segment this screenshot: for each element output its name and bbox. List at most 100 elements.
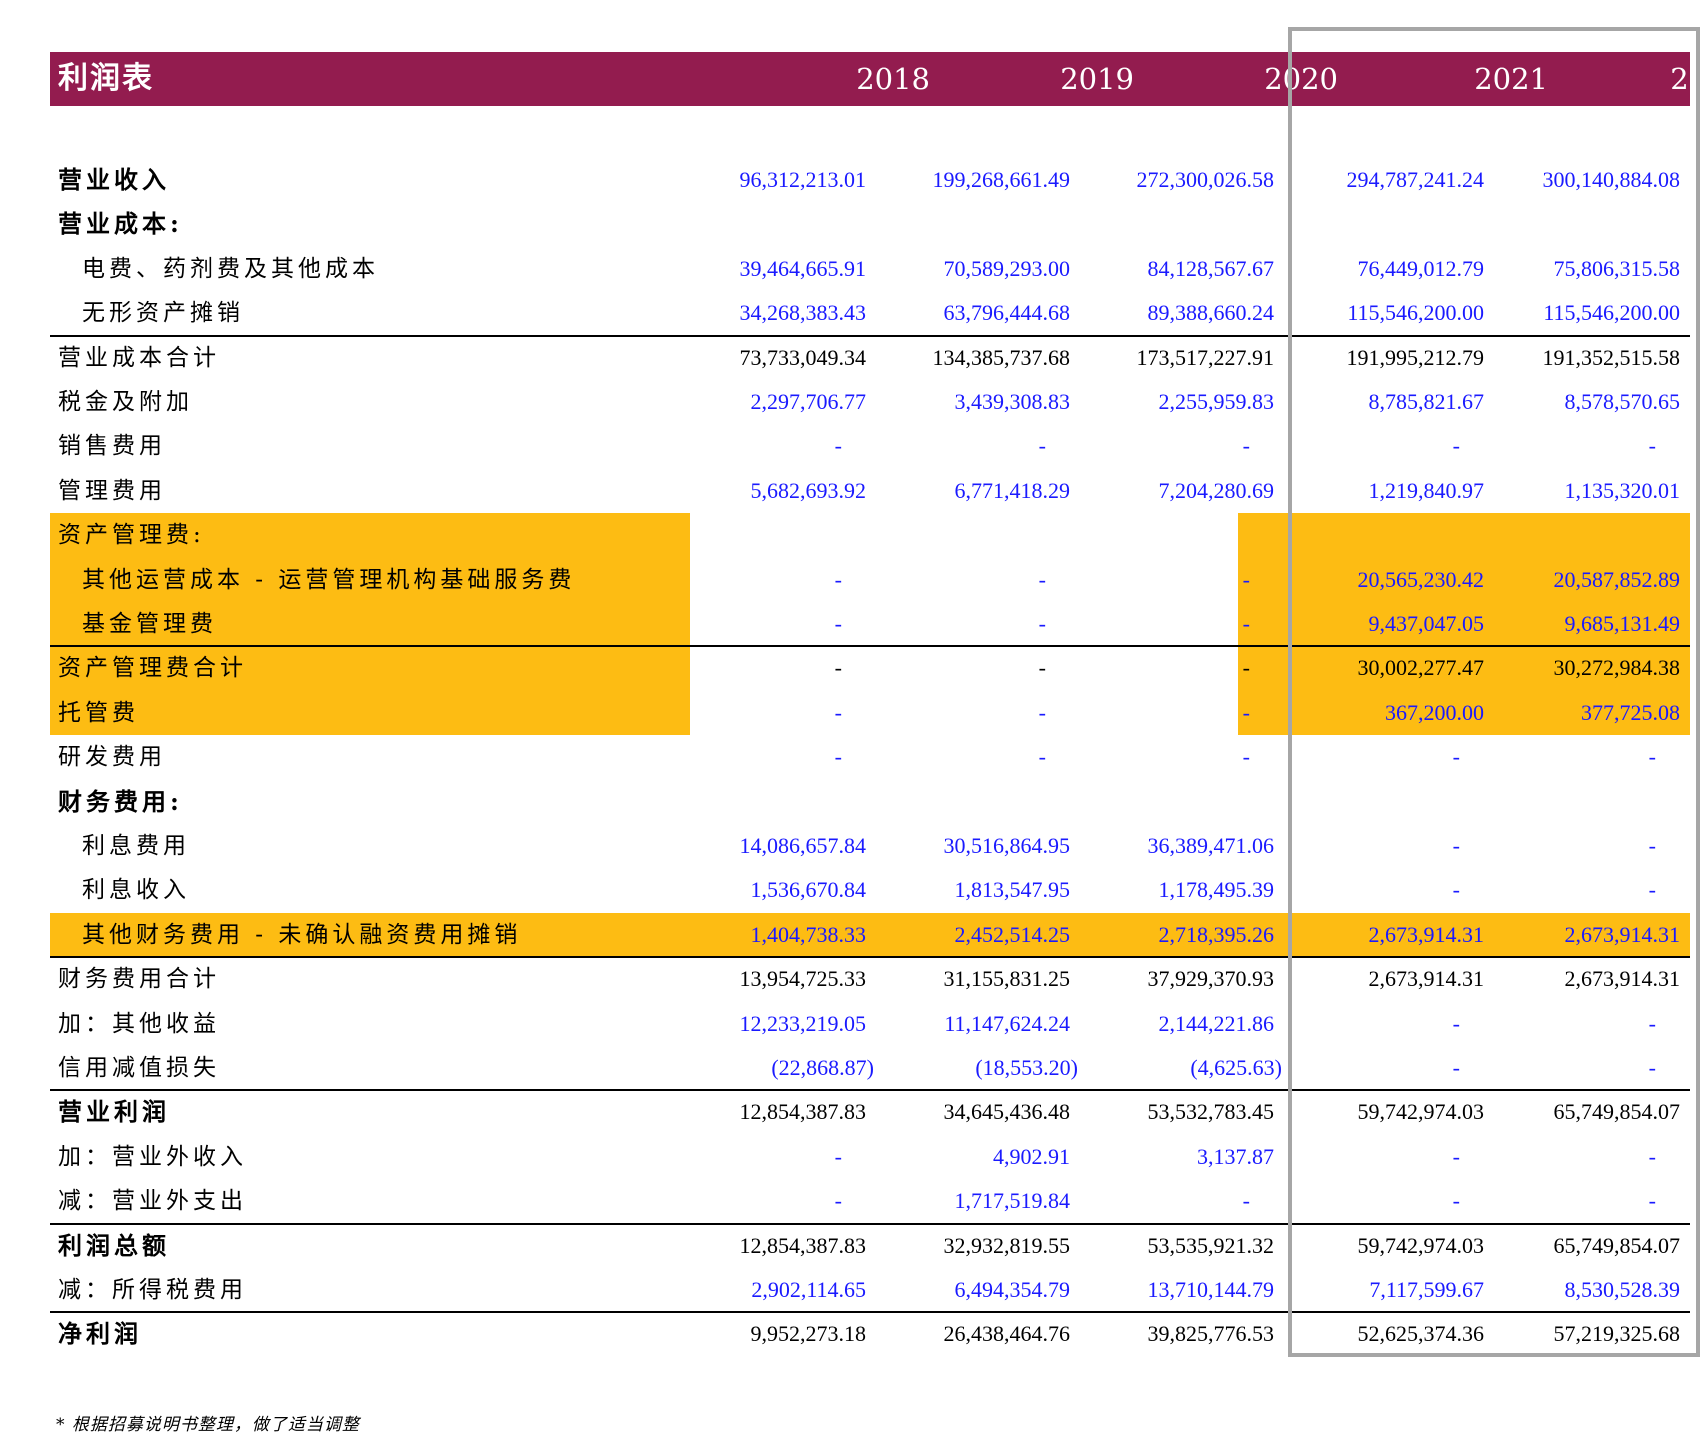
- table-row: 销售费用 - - - - -: [50, 424, 1690, 468]
- cell-2019: -: [1038, 566, 1046, 592]
- cell-2018: 9,952,273.18: [750, 1321, 867, 1347]
- table-row: 营业利润 12,854,387.83 34,645,436.48 53,532,783…: [50, 1090, 1690, 1134]
- cell-2022: 191,352,515.58: [1542, 344, 1681, 370]
- table-row: 营业收入 96,312,213.01 199,268,661.49 272,300,0…: [50, 158, 1690, 202]
- cell-2021: 30,002,277.47: [1357, 655, 1485, 681]
- cell-2020: 7,204,280.69: [1158, 477, 1275, 503]
- cell-2019: 11,147,624.24: [944, 1010, 1070, 1036]
- cell-2019: -: [1038, 744, 1046, 770]
- cell-2020: 173,517,227.91: [1136, 344, 1275, 370]
- cell-2018: 73,733,049.34: [739, 344, 867, 370]
- cell-2019: 63,796,444.68: [943, 300, 1071, 326]
- table-row: 利润总额 12,854,387.83 32,932,819.55 53,535,921…: [50, 1224, 1690, 1268]
- year-header-2020: 2020: [1264, 62, 1338, 96]
- row-label: 资产管理费:: [58, 522, 205, 549]
- cell-2021: -: [1452, 1010, 1460, 1036]
- cell-2019: -: [1038, 655, 1046, 681]
- cell-2022: 20,587,852.89: [1553, 566, 1681, 592]
- table-row: 减：营业外支出 - 1,717,519.84 - - -: [50, 1179, 1690, 1223]
- table-row: 其他运营成本 - 运营管理机构基础服务费 - - - 20,565,230.42 20,5…: [50, 558, 1690, 602]
- cell-2019: 1,813,547.95: [954, 877, 1071, 903]
- cell-2021: -: [1452, 877, 1460, 903]
- table-row: 减：所得税费用 2,902,114.65 6,494,354.79 13,710,14…: [50, 1268, 1690, 1312]
- cell-2021: 8,785,821.67: [1368, 389, 1485, 414]
- table-row: 利息收入 1,536,670.84 1,813,547.95 1,178,495.39…: [50, 868, 1690, 912]
- cell-2020: 39,825,776.53: [1147, 1321, 1275, 1347]
- cell-2019: 30,516,864.95: [943, 833, 1071, 858]
- table-row: 资产管理费合计 - - - 30,002,277.47 30,272,984.38: [50, 646, 1690, 690]
- row-label: 营业成本合计: [58, 344, 220, 371]
- cell-2021: 7,117,599.67: [1369, 1277, 1484, 1302]
- row-label: 研发费用: [58, 744, 166, 771]
- footnote: * 根据招募说明书整理，做了适当调整: [56, 1415, 360, 1435]
- row-divider: [50, 1089, 1690, 1092]
- table-row: 利息费用 14,086,657.84 30,516,864.95 36,389,471…: [50, 824, 1690, 868]
- cell-2022: 8,578,570.65: [1564, 389, 1681, 414]
- year-header-2019: 2019: [1060, 62, 1134, 96]
- cell-2022: 65,749,854.07: [1553, 1099, 1681, 1125]
- cell-2018: 12,854,387.83: [739, 1099, 867, 1125]
- cell-2020: -: [1242, 655, 1250, 681]
- row-label: 营业收入: [58, 165, 170, 194]
- row-divider: [50, 645, 1690, 648]
- cell-2022: -: [1648, 1143, 1656, 1169]
- table-row: 其他财务费用 - 未确认融资费用摊销 1,404,738.33 2,452,514.…: [50, 913, 1690, 957]
- cell-2018: 2,297,706.77: [750, 389, 867, 414]
- row-label: 营业成本:: [58, 209, 183, 239]
- row-label: 基金管理费: [82, 611, 217, 637]
- cell-2021: -: [1452, 433, 1460, 459]
- cell-2019: 32,932,819.55: [943, 1232, 1071, 1258]
- cell-2021: 294,787,241.24: [1346, 167, 1485, 192]
- cell-2020: -: [1242, 744, 1250, 770]
- row-label: 托管费: [58, 699, 139, 726]
- cell-2020: 2,255,959.83: [1158, 389, 1275, 414]
- cell-2019: 26,438,464.76: [943, 1321, 1071, 1347]
- table-row: 营业成本合计 73,733,049.34 134,385,737.68 173,517…: [50, 336, 1690, 380]
- row-label: 财务费用:: [58, 786, 183, 816]
- cell-2021: 2,673,914.31: [1368, 921, 1485, 947]
- table-title: 利润表: [58, 61, 154, 96]
- cell-2021: 20,565,230.42: [1357, 566, 1485, 592]
- table-row: 基金管理费 - - - 9,437,047.05 9,685,131.49: [50, 602, 1690, 646]
- table-row: 税金及附加 2,297,706.77 3,439,308.83 2,255,959.8…: [50, 380, 1690, 424]
- row-label: 加：其他收益: [58, 1010, 220, 1037]
- cell-2019: 70,589,293.00: [943, 255, 1071, 281]
- year-header-2022: 2022: [1670, 62, 1708, 96]
- table-row: 信用减值损失 (22,868.87) (18,553.20) (4,625.63) - -: [50, 1046, 1690, 1090]
- cell-2022: -: [1648, 744, 1656, 770]
- table-row: 托管费 - - - 367,200.00 377,725.08: [50, 691, 1690, 735]
- cell-2022: 30,272,984.38: [1553, 655, 1681, 681]
- row-label: 加：营业外收入: [58, 1143, 247, 1170]
- cell-2022: -: [1648, 433, 1656, 459]
- cell-2020: -: [1242, 1188, 1250, 1214]
- table-row: 财务费用:: [50, 780, 1690, 824]
- cell-2021: 2,673,914.31: [1368, 966, 1485, 992]
- cell-2022: 65,749,854.07: [1553, 1232, 1681, 1258]
- cell-2021: -: [1452, 1055, 1460, 1080]
- cell-2018: 34,268,383.43: [739, 300, 867, 326]
- cell-2019: 34,645,436.48: [943, 1099, 1071, 1125]
- row-divider: [50, 1311, 1690, 1314]
- row-label: 财务费用合计: [58, 966, 220, 993]
- cell-2021: 115,546,200.00: [1347, 300, 1484, 326]
- cell-2022: 2,673,914.31: [1564, 921, 1681, 947]
- row-label: 利息费用: [82, 833, 190, 859]
- cell-2018: 39,464,665.91: [739, 255, 867, 281]
- cell-2022: 115,546,200.00: [1543, 300, 1680, 326]
- cell-2021: -: [1452, 833, 1460, 858]
- cell-2018: -: [834, 1188, 842, 1214]
- cell-2020: -: [1242, 699, 1250, 725]
- cell-2018: 13,954,725.33: [739, 966, 867, 992]
- cell-2021: 191,995,212.79: [1346, 344, 1485, 370]
- cell-2019: 6,771,418.29: [954, 477, 1071, 503]
- cell-2018: (22,868.87): [771, 1055, 874, 1080]
- cell-2018: 12,233,219.05: [739, 1010, 867, 1036]
- table-row: 财务费用合计 13,954,725.33 31,155,831.25 37,929,3…: [50, 957, 1690, 1001]
- cell-2020: 53,535,921.32: [1147, 1232, 1275, 1258]
- cell-2020: 272,300,026.58: [1136, 167, 1275, 192]
- cell-2018: 12,854,387.83: [739, 1232, 867, 1258]
- cell-2019: -: [1038, 433, 1046, 459]
- cell-2022: -: [1648, 1188, 1656, 1214]
- year-header-2018: 2018: [856, 62, 930, 96]
- cell-2018: 14,086,657.84: [739, 833, 867, 858]
